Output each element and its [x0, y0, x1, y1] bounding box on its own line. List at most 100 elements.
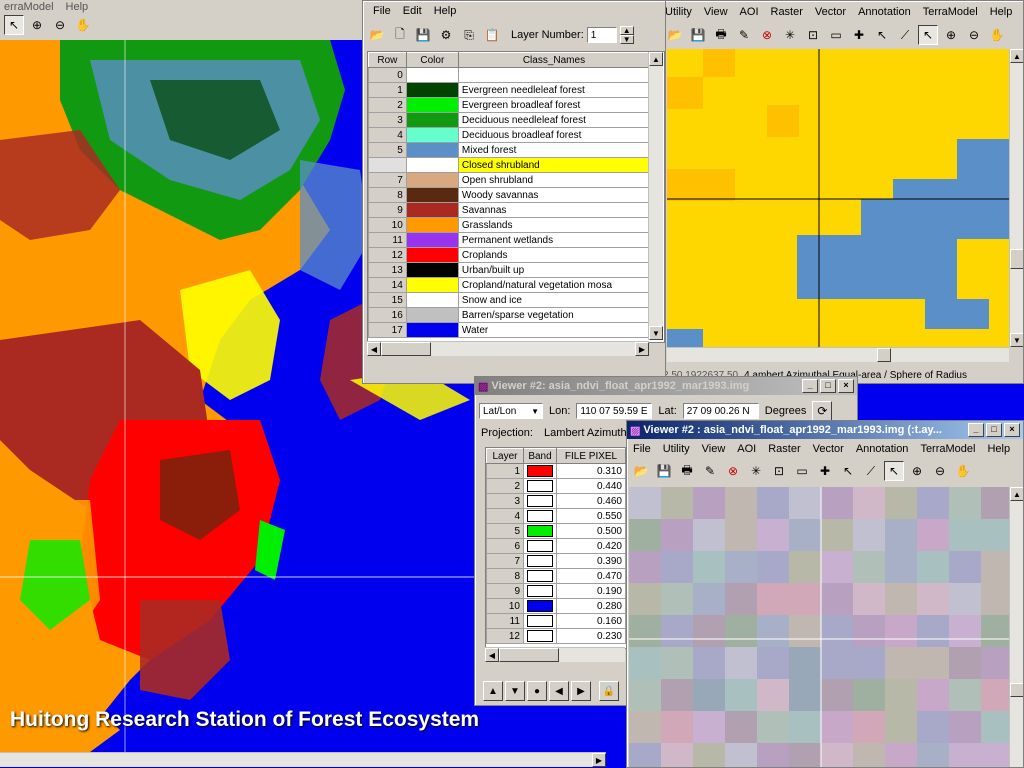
color-swatch[interactable] [405, 187, 459, 203]
inquire-titlebar[interactable]: ▨ Viewer #2: asia_ndvi_float_apr1992_mar… [475, 377, 857, 395]
zoom-in-icon[interactable]: ⊕ [907, 461, 927, 481]
table-row[interactable]: 16 Barren/sparse vegetation [368, 307, 651, 323]
table-row[interactable]: 3 Deciduous needleleaf forest [368, 112, 651, 128]
table-row[interactable]: 13 Urban/built up [368, 262, 651, 278]
menu-utility[interactable]: Utility [665, 6, 698, 18]
raster-zoom-view[interactable] [667, 49, 1009, 347]
column-header-row[interactable]: Row [368, 52, 407, 68]
zoom-out-icon[interactable]: ⊖ [930, 461, 950, 481]
pan-hand-icon[interactable]: ✋ [73, 15, 93, 35]
table-row[interactable]: 9 Savannas [368, 202, 651, 218]
erase-icon[interactable]: ✎ [700, 461, 720, 481]
pan-hand-icon[interactable]: ✋ [987, 25, 1007, 45]
inquire-icon[interactable]: ↖ [838, 461, 858, 481]
menu-terramodel[interactable]: erraModel [4, 1, 60, 13]
table-row[interactable]: 8 Woody savannas [368, 187, 651, 203]
column-header-file-pixel[interactable]: FILE PIXEL [556, 448, 626, 464]
print-icon[interactable]: 🖶 [677, 461, 697, 481]
color-swatch[interactable] [405, 217, 459, 233]
menu-vector[interactable]: Vector [809, 6, 852, 18]
table-row[interactable]: 5 Mixed forest [368, 142, 651, 158]
coord-type-select[interactable]: Lat/Lon ▼ [479, 403, 543, 419]
color-swatch[interactable] [405, 142, 459, 158]
color-swatch[interactable] [405, 97, 459, 113]
color-swatch[interactable] [405, 322, 459, 338]
triangle-right-icon[interactable]: ▶ [571, 681, 591, 701]
zoom-in-icon[interactable]: ⊕ [27, 15, 47, 35]
table-row[interactable]: 5 0.500 [486, 523, 626, 539]
table-row[interactable]: 2 Evergreen broadleaf forest [368, 97, 651, 113]
legend-hscroll[interactable]: ◀ ▶ [367, 341, 649, 356]
menu-help[interactable]: Help [984, 6, 1019, 18]
layer-number-input[interactable]: 1 [586, 27, 617, 43]
table-row[interactable]: 10 Grasslands [368, 217, 651, 233]
table-row[interactable]: 17 Water [368, 322, 651, 338]
table-row[interactable]: Closed shrubland [368, 157, 651, 173]
class-name-cell[interactable]: Savannas [457, 202, 651, 218]
color-swatch[interactable] [405, 157, 459, 173]
table-row[interactable]: 1 0.310 [486, 463, 626, 479]
table-row[interactable]: 11 0.160 [486, 613, 626, 629]
color-swatch[interactable] [405, 232, 459, 248]
menu-file[interactable]: File [631, 443, 657, 455]
select-arrow-icon[interactable]: ↖ [884, 461, 904, 481]
table-row[interactable]: 15 Snow and ice [368, 292, 651, 308]
legend-vscroll[interactable]: ▲ ▼ [648, 52, 663, 340]
table-row[interactable]: 4 0.550 [486, 508, 626, 524]
spin-up-icon[interactable]: ▲ [619, 26, 634, 35]
open-file-icon[interactable]: 📂 [631, 461, 651, 481]
table-row[interactable]: 7 Open shrubland [368, 172, 651, 188]
fit-icon[interactable]: ✳ [746, 461, 766, 481]
class-name-cell[interactable]: Permanent wetlands [457, 232, 651, 248]
column-header-class-names[interactable]: Class_Names [457, 52, 651, 68]
inquire-icon[interactable]: ↖ [872, 25, 892, 45]
scroll-thumb[interactable] [499, 648, 559, 662]
scroll-left-icon[interactable]: ◀ [485, 648, 499, 662]
color-swatch[interactable] [405, 127, 459, 143]
menu-terramodel[interactable]: TerraModel [914, 443, 981, 455]
column-header-band[interactable]: Band [523, 448, 557, 464]
table-row[interactable]: 12 0.230 [486, 628, 626, 644]
measure-icon[interactable]: ▭ [826, 25, 846, 45]
color-swatch[interactable] [405, 172, 459, 188]
clear-icon[interactable]: ⊗ [757, 25, 777, 45]
table-row[interactable]: 2 0.440 [486, 478, 626, 494]
viewer2-titlebar[interactable]: ▨ Viewer #2 : asia_ndvi_float_apr1992_ma… [627, 421, 1023, 439]
class-name-cell[interactable]: Mixed forest [457, 142, 651, 158]
table-row[interactable]: 3 0.460 [486, 493, 626, 509]
spin-down-icon[interactable]: ▼ [619, 35, 634, 44]
viewer2-vscroll[interactable]: ▲ [1009, 487, 1023, 767]
table-row[interactable]: 4 Deciduous broadleaf forest [368, 127, 651, 143]
close-icon[interactable]: × [838, 379, 854, 393]
ndvi-view[interactable] [629, 487, 1009, 767]
menu-raster[interactable]: Raster [765, 6, 809, 18]
save-icon[interactable]: 💾 [413, 25, 433, 45]
menu-help[interactable]: Help [60, 1, 95, 13]
table-row[interactable]: 9 0.190 [486, 583, 626, 599]
class-name-cell[interactable]: Cropland/natural vegetation mosa [457, 277, 651, 293]
menu-aoi[interactable]: AOI [734, 6, 765, 18]
table-row[interactable]: 8 0.470 [486, 568, 626, 584]
scroll-thumb[interactable] [877, 348, 891, 362]
zoom-out-icon[interactable]: ⊖ [50, 15, 70, 35]
clear-icon[interactable]: ⊗ [723, 461, 743, 481]
color-swatch[interactable] [405, 202, 459, 218]
menu-raster[interactable]: Raster [762, 443, 806, 455]
scroll-down-icon[interactable]: ▼ [1010, 333, 1023, 347]
table-row[interactable]: 7 0.390 [486, 553, 626, 569]
class-name-cell[interactable]: Evergreen needleleaf forest [457, 82, 651, 98]
table-row[interactable]: 12 Croplands [368, 247, 651, 263]
scroll-right-icon[interactable]: ▶ [592, 753, 606, 767]
minimize-icon[interactable]: _ [802, 379, 818, 393]
minimize-icon[interactable]: _ [968, 423, 984, 437]
triangle-up-icon[interactable]: ▲ [483, 681, 503, 701]
background-horizontal-scrollbar[interactable]: ▶ [0, 752, 606, 767]
scroll-thumb[interactable] [1010, 249, 1023, 269]
lock-icon[interactable]: 🔒 [599, 681, 619, 701]
menu-view[interactable]: View [698, 6, 734, 18]
pixel-hscroll[interactable]: ◀ [485, 647, 625, 662]
menu-annotation[interactable]: Annotation [852, 6, 917, 18]
menu-edit[interactable]: Edit [397, 5, 428, 17]
menu-terramodel[interactable]: TerraModel [917, 6, 984, 18]
menu-utility[interactable]: Utility [657, 443, 696, 455]
